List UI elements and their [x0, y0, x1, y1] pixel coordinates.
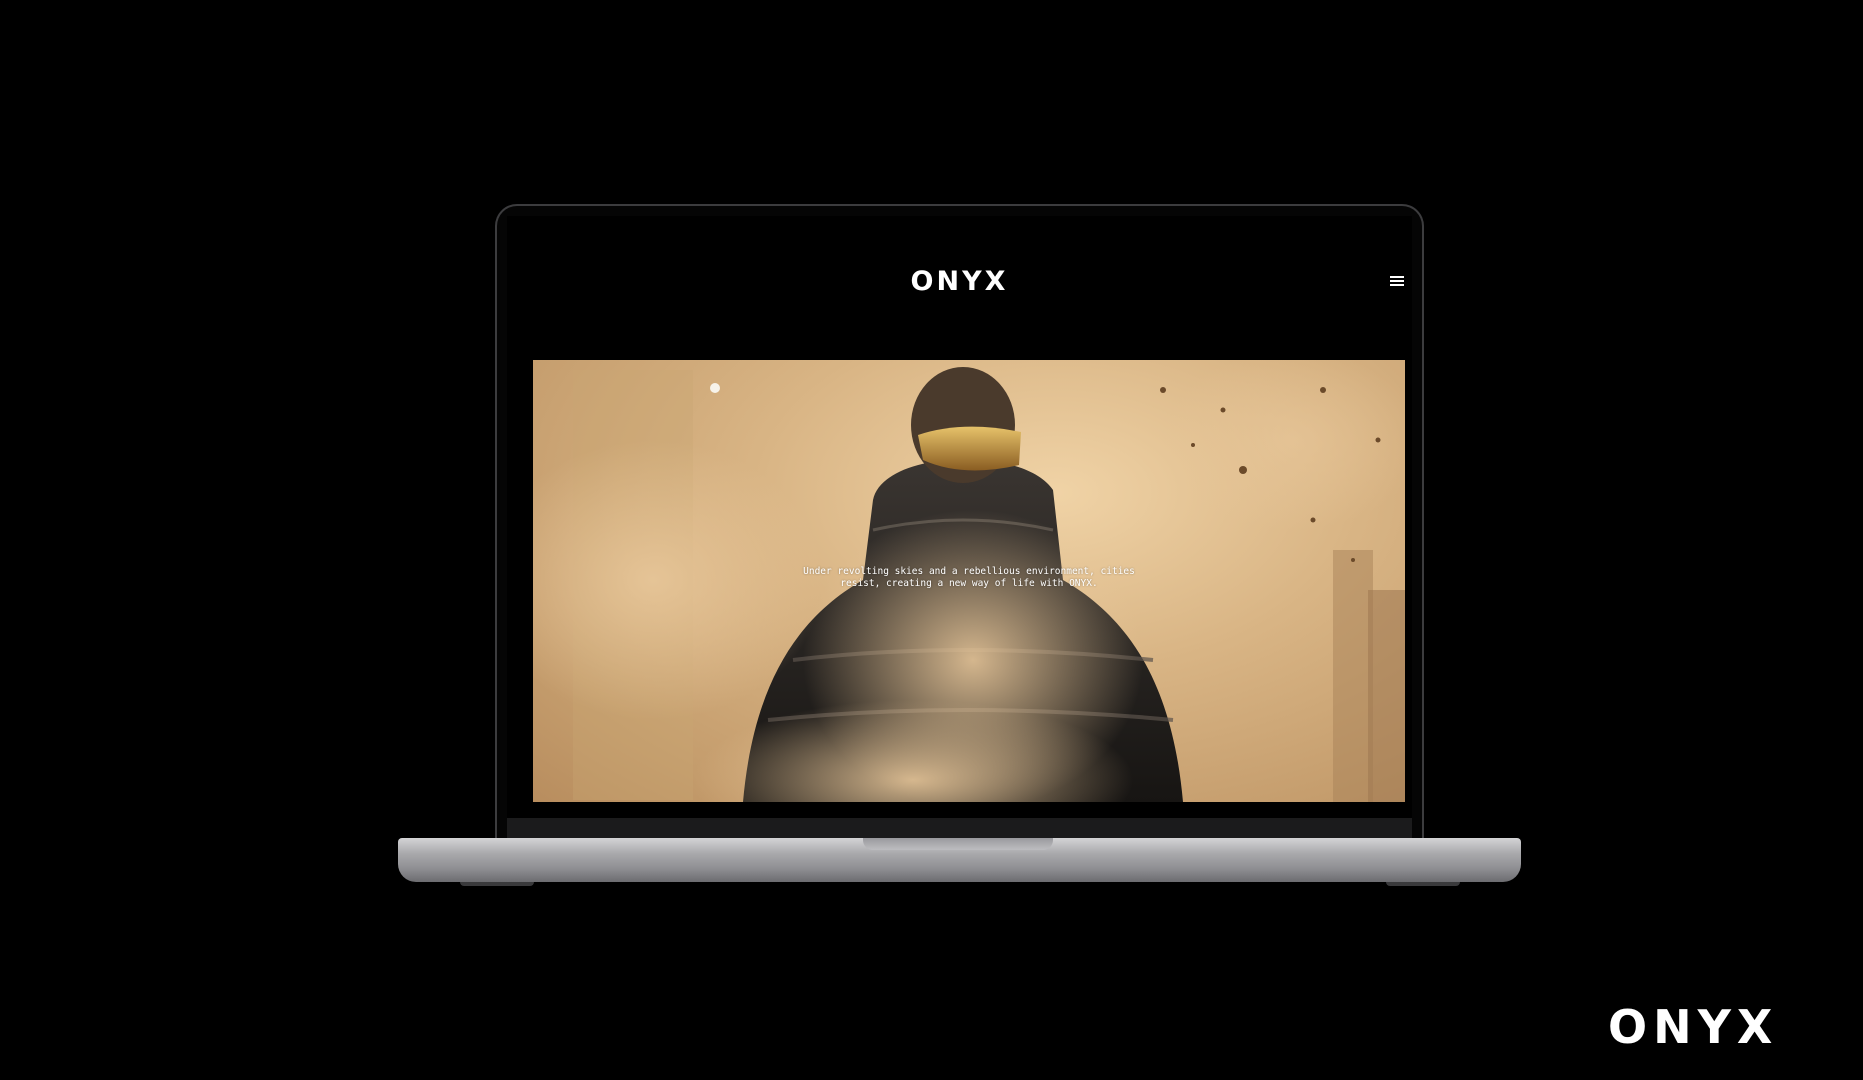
laptop-screen: ONYX Under revolting skies and a rebelli…	[507, 216, 1412, 818]
laptop-foot-left	[460, 882, 534, 886]
laptop-foot-right	[1386, 882, 1460, 886]
laptop-opening-notch	[863, 838, 1053, 850]
laptop-lid: ONYX Under revolting skies and a rebelli…	[495, 204, 1424, 846]
site-logo[interactable]: ONYX	[507, 266, 1412, 297]
presentation-stage: ONYX Under revolting skies and a rebelli…	[0, 0, 1863, 1080]
laptop-base	[398, 838, 1521, 882]
brand-corner-logo: ONYX	[1608, 1000, 1779, 1054]
hero-caption: Under revolting skies and a rebellious e…	[533, 566, 1405, 590]
hero-banner: Under revolting skies and a rebellious e…	[533, 360, 1405, 802]
hero-caption-line-2: resist, creating a new way of life with …	[840, 578, 1098, 589]
hamburger-menu-icon[interactable]	[1390, 276, 1404, 286]
hero-caption-line-1: Under revolting skies and a rebellious e…	[803, 566, 1135, 577]
